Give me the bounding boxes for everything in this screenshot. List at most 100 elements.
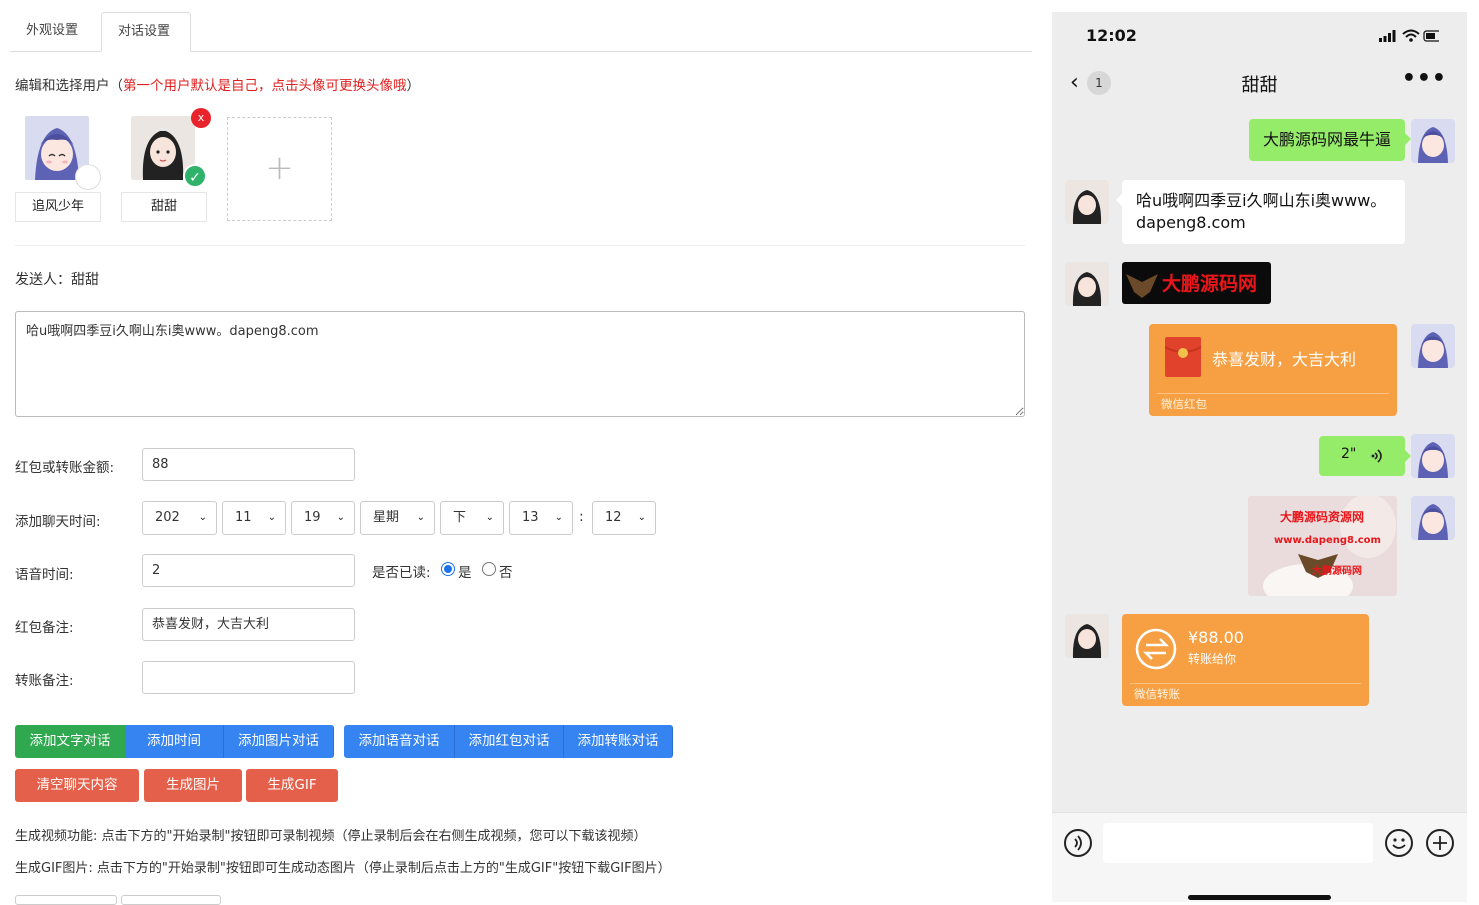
friend-avatar-icon (1065, 180, 1109, 224)
tab-bar: 外观设置 对话设置 (10, 12, 1032, 52)
chat-bubble-text: 大鹏源码网最牛逼 (1248, 119, 1411, 161)
gif-note: 生成GIF图片: 点击下方的"开始录制"按钮即可生成动态图片（停止录制后点击上方… (15, 861, 671, 876)
user-card-self[interactable]: 追风少年 (15, 116, 101, 222)
voice-input-icon[interactable] (1064, 829, 1092, 857)
chevron-down-icon: ⌄ (416, 512, 425, 523)
video-note: 生成视频功能: 点击下方的"开始录制"按钮即可录制视频（停止录制后会在右侧生成视… (15, 829, 647, 844)
emoji-icon[interactable] (1385, 829, 1413, 857)
transfer-bubble[interactable]: ¥88.00 转账给你 微信转账 (1122, 614, 1369, 706)
select-radio-circle[interactable] (75, 164, 101, 190)
chat-input-bar (1052, 812, 1467, 902)
photo-caption-2: www.dapeng8.com (1274, 535, 1381, 546)
tr-note-label: 转账备注: (15, 673, 74, 689)
voice-bubble[interactable]: 2" (1319, 436, 1411, 476)
plus-icon[interactable] (1426, 829, 1454, 857)
chat-navbar: ‹ 1 甜甜 ••• (1052, 62, 1467, 106)
delete-user-icon[interactable]: x (191, 108, 211, 128)
year-select[interactable]: 202 ⌄ (142, 501, 217, 535)
stop-record-button[interactable] (121, 895, 221, 905)
voice-duration: 2" (1341, 446, 1357, 462)
read-yes-radio[interactable] (441, 562, 455, 576)
chevron-down-icon: ⌄ (637, 512, 646, 523)
clear-chat-button[interactable]: 清空聊天内容 (15, 769, 139, 802)
chevron-down-icon: ⌄ (267, 512, 276, 523)
start-record-button[interactable] (15, 895, 117, 905)
time-colon: : (579, 509, 584, 525)
month-value: 11 (235, 510, 252, 525)
hour-value: 13 (522, 510, 539, 525)
day-select[interactable]: 19 ⌄ (291, 501, 355, 535)
amount-input[interactable]: 88 (142, 448, 355, 481)
minute-value: 12 (605, 510, 622, 525)
transfer-sub: 转账给你 (1188, 652, 1237, 666)
self-avatar-icon (1411, 119, 1455, 163)
voice-wave-icon (1371, 449, 1382, 463)
divider (1157, 393, 1389, 394)
rp-text: 恭喜发财，大吉大利 (1212, 350, 1357, 369)
message-textarea[interactable]: 哈u哦啊四季豆i久啊山东i奥www。dapeng8.com (15, 311, 1025, 417)
hint-red: 第一个用户默认是自己，点击头像可更换头像哦 (123, 78, 407, 94)
home-indicator (1188, 895, 1331, 900)
rp-note-label: 红包备注: (15, 620, 74, 636)
user-hint: 编辑和选择用户（第一个用户默认是自己，点击头像可更换头像哦） (15, 74, 420, 94)
hint-prefix: 编辑和选择用户（ (15, 78, 123, 94)
tab-appearance[interactable]: 外观设置 (10, 12, 100, 52)
user-name-self[interactable]: 追风少年 (15, 192, 101, 222)
sender-label: 发送人：甜甜 (15, 272, 99, 288)
add-text-button[interactable]: 添加文字对话 (15, 725, 125, 758)
chevron-down-icon: ⌄ (485, 512, 494, 523)
read-label: 是否已读: (372, 565, 431, 581)
rp-footer: 微信红包 (1161, 397, 1207, 411)
hint-suffix: ） (406, 78, 421, 94)
generate-gif-button[interactable]: 生成GIF (246, 769, 338, 802)
read-yes-label[interactable]: 是 (458, 561, 472, 581)
friend-avatar-icon (1065, 614, 1109, 658)
day-value: 19 (304, 510, 321, 525)
time-label: 添加聊天时间: (15, 514, 101, 530)
add-time-button[interactable]: 添加时间 (125, 725, 224, 758)
ampm-select[interactable]: 下 ⌄ (440, 501, 504, 535)
user-name-tiantian[interactable]: 甜甜 (121, 192, 207, 222)
add-transfer-button[interactable]: 添加转账对话 (564, 725, 673, 758)
generate-image-button[interactable]: 生成图片 (144, 769, 242, 802)
chat-text-input[interactable] (1103, 823, 1373, 863)
add-image-button[interactable]: 添加图片对话 (224, 725, 334, 758)
weekday-select[interactable]: 星期 ⌄ (360, 501, 435, 535)
chat-bubble-text: 哈u哦啊四季豆i久啊山东i奥www。dapeng8.com (1116, 180, 1405, 244)
signal-wifi-battery-icon (1379, 29, 1439, 42)
more-icon[interactable]: ••• (1402, 66, 1447, 91)
tr-note-input[interactable] (142, 661, 355, 694)
self-avatar-icon (1411, 496, 1455, 540)
rp-note-input[interactable]: 恭喜发财，大吉大利 (142, 608, 355, 641)
user-card-tiantian[interactable]: x ✓ 甜甜 (121, 108, 211, 222)
ampm-value: 下 (453, 510, 467, 525)
weekday-value: 星期 (373, 510, 400, 525)
add-redpacket-button[interactable]: 添加红包对话 (455, 725, 564, 758)
logo-image: 大鹏源码网 (1122, 262, 1271, 304)
selected-check-icon[interactable]: ✓ (183, 164, 207, 188)
divider (15, 245, 1025, 246)
minute-select[interactable]: 12 ⌄ (592, 501, 656, 535)
phone-preview: 12:02 ‹ 1 甜甜 ••• 大鹏源码网最牛逼 哈u哦啊四季豆i久啊山东i奥… (1052, 12, 1467, 902)
month-select[interactable]: 11 ⌄ (222, 501, 286, 535)
read-no-label[interactable]: 否 (499, 561, 513, 581)
transfer-footer: 微信转账 (1134, 687, 1180, 701)
chevron-down-icon: ⌄ (198, 512, 207, 523)
red-packet-icon (1165, 337, 1201, 377)
add-voice-button[interactable]: 添加语音对话 (344, 725, 455, 758)
tab-dialog[interactable]: 对话设置 (101, 12, 191, 52)
self-avatar-icon (1411, 324, 1455, 368)
photo-caption-1: 大鹏源码资源网 (1280, 510, 1365, 524)
msg-text: 大鹏源码网最牛逼 (1262, 130, 1391, 149)
photo-image[interactable]: 大鹏源码资源网 www.dapeng8.com 大鹏源码网 (1248, 496, 1397, 596)
red-packet-bubble[interactable]: 恭喜发财，大吉大利 微信红包 (1149, 324, 1397, 416)
add-user-button[interactable]: + (227, 117, 332, 221)
self-avatar-icon (1411, 434, 1455, 478)
photo-caption-3: 大鹏源码网 (1312, 566, 1362, 577)
chevron-down-icon: ⌄ (554, 512, 563, 523)
hour-select[interactable]: 13 ⌄ (509, 501, 573, 535)
read-no-radio[interactable] (482, 562, 496, 576)
voice-input[interactable]: 2 (142, 554, 355, 587)
msg-text: 哈u哦啊四季豆i久啊山东i奥www。dapeng8.com (1136, 191, 1387, 232)
amount-label: 红包或转账金额: (15, 460, 115, 476)
